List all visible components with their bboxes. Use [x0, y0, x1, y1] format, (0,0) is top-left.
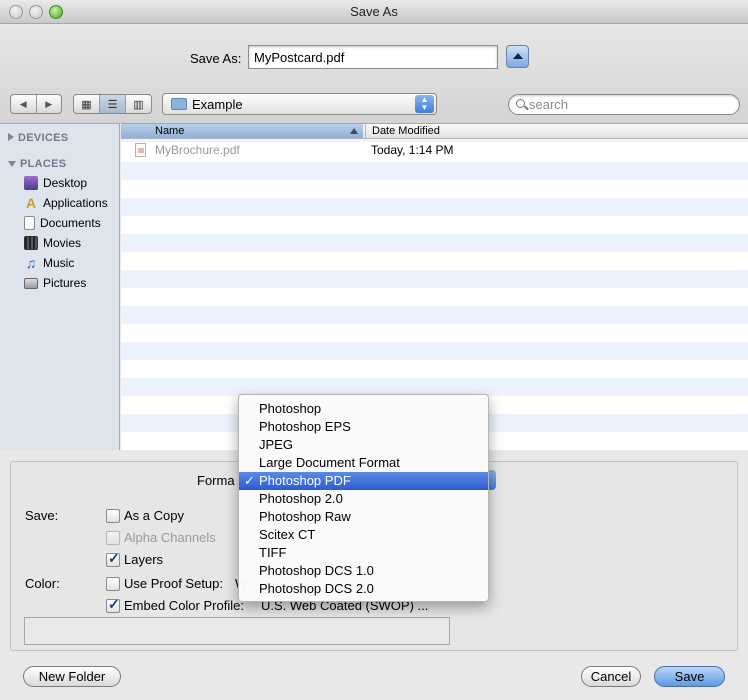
warning-area [24, 617, 450, 645]
documents-icon [24, 216, 35, 230]
view-mode-control: ▦ ☰ ▥ [73, 94, 152, 114]
alpha-channels-label: Alpha Channels [124, 530, 216, 545]
sidebar-devices-header[interactable]: DEVICES [8, 132, 68, 144]
pdf-file-icon [135, 143, 146, 157]
embed-color-profile-label: Embed Color Profile: [124, 598, 244, 613]
save-header: Save As: MyPostcard.pdf ◀ ▶ ▦ ☰ ▥ Exampl… [0, 25, 748, 123]
window-title: Save As [350, 4, 398, 19]
icon-view-icon[interactable]: ▦ [74, 95, 100, 113]
back-forward-control: ◀ ▶ [10, 94, 62, 114]
menu-item-photoshop-eps[interactable]: Photoshop EPS [239, 418, 488, 436]
sidebar-item-music[interactable]: ♫ Music [24, 254, 75, 272]
save-button[interactable]: Save [654, 666, 725, 687]
menu-item-photoshop-dcs-1[interactable]: Photoshop DCS 1.0 [239, 562, 488, 580]
sidebar-item-movies[interactable]: Movies [24, 234, 81, 252]
sidebar-item-pictures[interactable]: Pictures [24, 274, 86, 292]
sidebar-item-documents[interactable]: Documents [24, 214, 101, 232]
column-view-icon[interactable]: ▥ [126, 95, 151, 113]
menu-item-photoshop-raw[interactable]: Photoshop Raw [239, 508, 488, 526]
alpha-channels-checkbox [106, 531, 120, 545]
column-header: Name Date Modified [121, 124, 748, 139]
sidebar-places-header[interactable]: PLACES [8, 158, 66, 170]
sidebar: DEVICES PLACES Desktop A Applications Do… [0, 123, 120, 450]
embed-color-profile-checkbox[interactable] [106, 596, 120, 613]
use-proof-setup-label: Use Proof Setup: [124, 576, 223, 591]
menu-item-large-document-format[interactable]: Large Document Format [239, 454, 488, 472]
menu-item-photoshop-2[interactable]: Photoshop 2.0 [239, 490, 488, 508]
sidebar-item-applications[interactable]: A Applications [24, 194, 108, 212]
menu-item-photoshop[interactable]: Photoshop [239, 400, 488, 418]
popup-arrows-icon: ▲ ▼ [415, 95, 434, 113]
color-label: Color: [25, 576, 60, 591]
sidebar-item-desktop[interactable]: Desktop [24, 174, 87, 192]
save-as-label: Save As: [190, 51, 242, 66]
collapse-dialog-button[interactable] [506, 45, 529, 68]
column-header-name[interactable]: Name [121, 124, 363, 138]
use-proof-setup-checkbox[interactable] [106, 577, 120, 591]
menu-item-scitex-ct[interactable]: Scitex CT [239, 526, 488, 544]
layers-label: Layers [124, 552, 164, 567]
format-label: Forma [197, 473, 235, 488]
cancel-button[interactable]: Cancel [581, 666, 641, 687]
menu-item-photoshop-dcs-2[interactable]: Photoshop DCS 2.0 [239, 580, 488, 598]
search-icon [516, 99, 525, 108]
as-a-copy-label: As a Copy [124, 508, 184, 523]
menu-item-jpeg[interactable]: JPEG [239, 436, 488, 454]
desktop-icon [24, 176, 38, 190]
file-row: MyBrochure.pdf Today, 1:14 PM [121, 141, 748, 159]
disclosure-right-icon [8, 133, 14, 141]
file-date: Today, 1:14 PM [371, 143, 454, 157]
search-field[interactable]: search [508, 94, 740, 115]
format-popup-arrows[interactable] [488, 470, 496, 490]
back-arrow-icon[interactable]: ◀ [11, 95, 37, 113]
layers-checkbox[interactable] [106, 550, 120, 567]
menu-item-photoshop-pdf[interactable]: ✓ Photoshop PDF [239, 472, 488, 490]
as-a-copy-checkbox[interactable] [106, 509, 120, 523]
music-icon: ♫ [25, 255, 37, 271]
format-dropdown-menu: Photoshop Photoshop EPS JPEG Large Docum… [238, 394, 489, 602]
title-bar: Save As [0, 0, 748, 24]
folder-icon [171, 98, 187, 110]
search-placeholder: search [529, 97, 569, 112]
list-view-icon[interactable]: ☰ [100, 95, 126, 113]
column-header-date-modified[interactable]: Date Modified [365, 124, 440, 138]
location-label: Example [192, 97, 243, 112]
forward-arrow-icon[interactable]: ▶ [37, 95, 62, 113]
sort-ascending-icon [350, 128, 358, 134]
checkmark-icon: ✓ [244, 473, 255, 488]
applications-icon: A [25, 195, 37, 211]
menu-item-tiff[interactable]: TIFF [239, 544, 488, 562]
new-folder-button[interactable]: New Folder [23, 666, 121, 687]
filename-input[interactable]: MyPostcard.pdf [248, 45, 498, 69]
location-popup[interactable]: Example ▲ ▼ [162, 93, 437, 115]
save-label: Save: [25, 508, 59, 523]
disclosure-down-icon [8, 161, 16, 167]
file-name: MyBrochure.pdf [155, 143, 240, 157]
pictures-icon [24, 277, 38, 289]
movies-icon [24, 236, 38, 250]
